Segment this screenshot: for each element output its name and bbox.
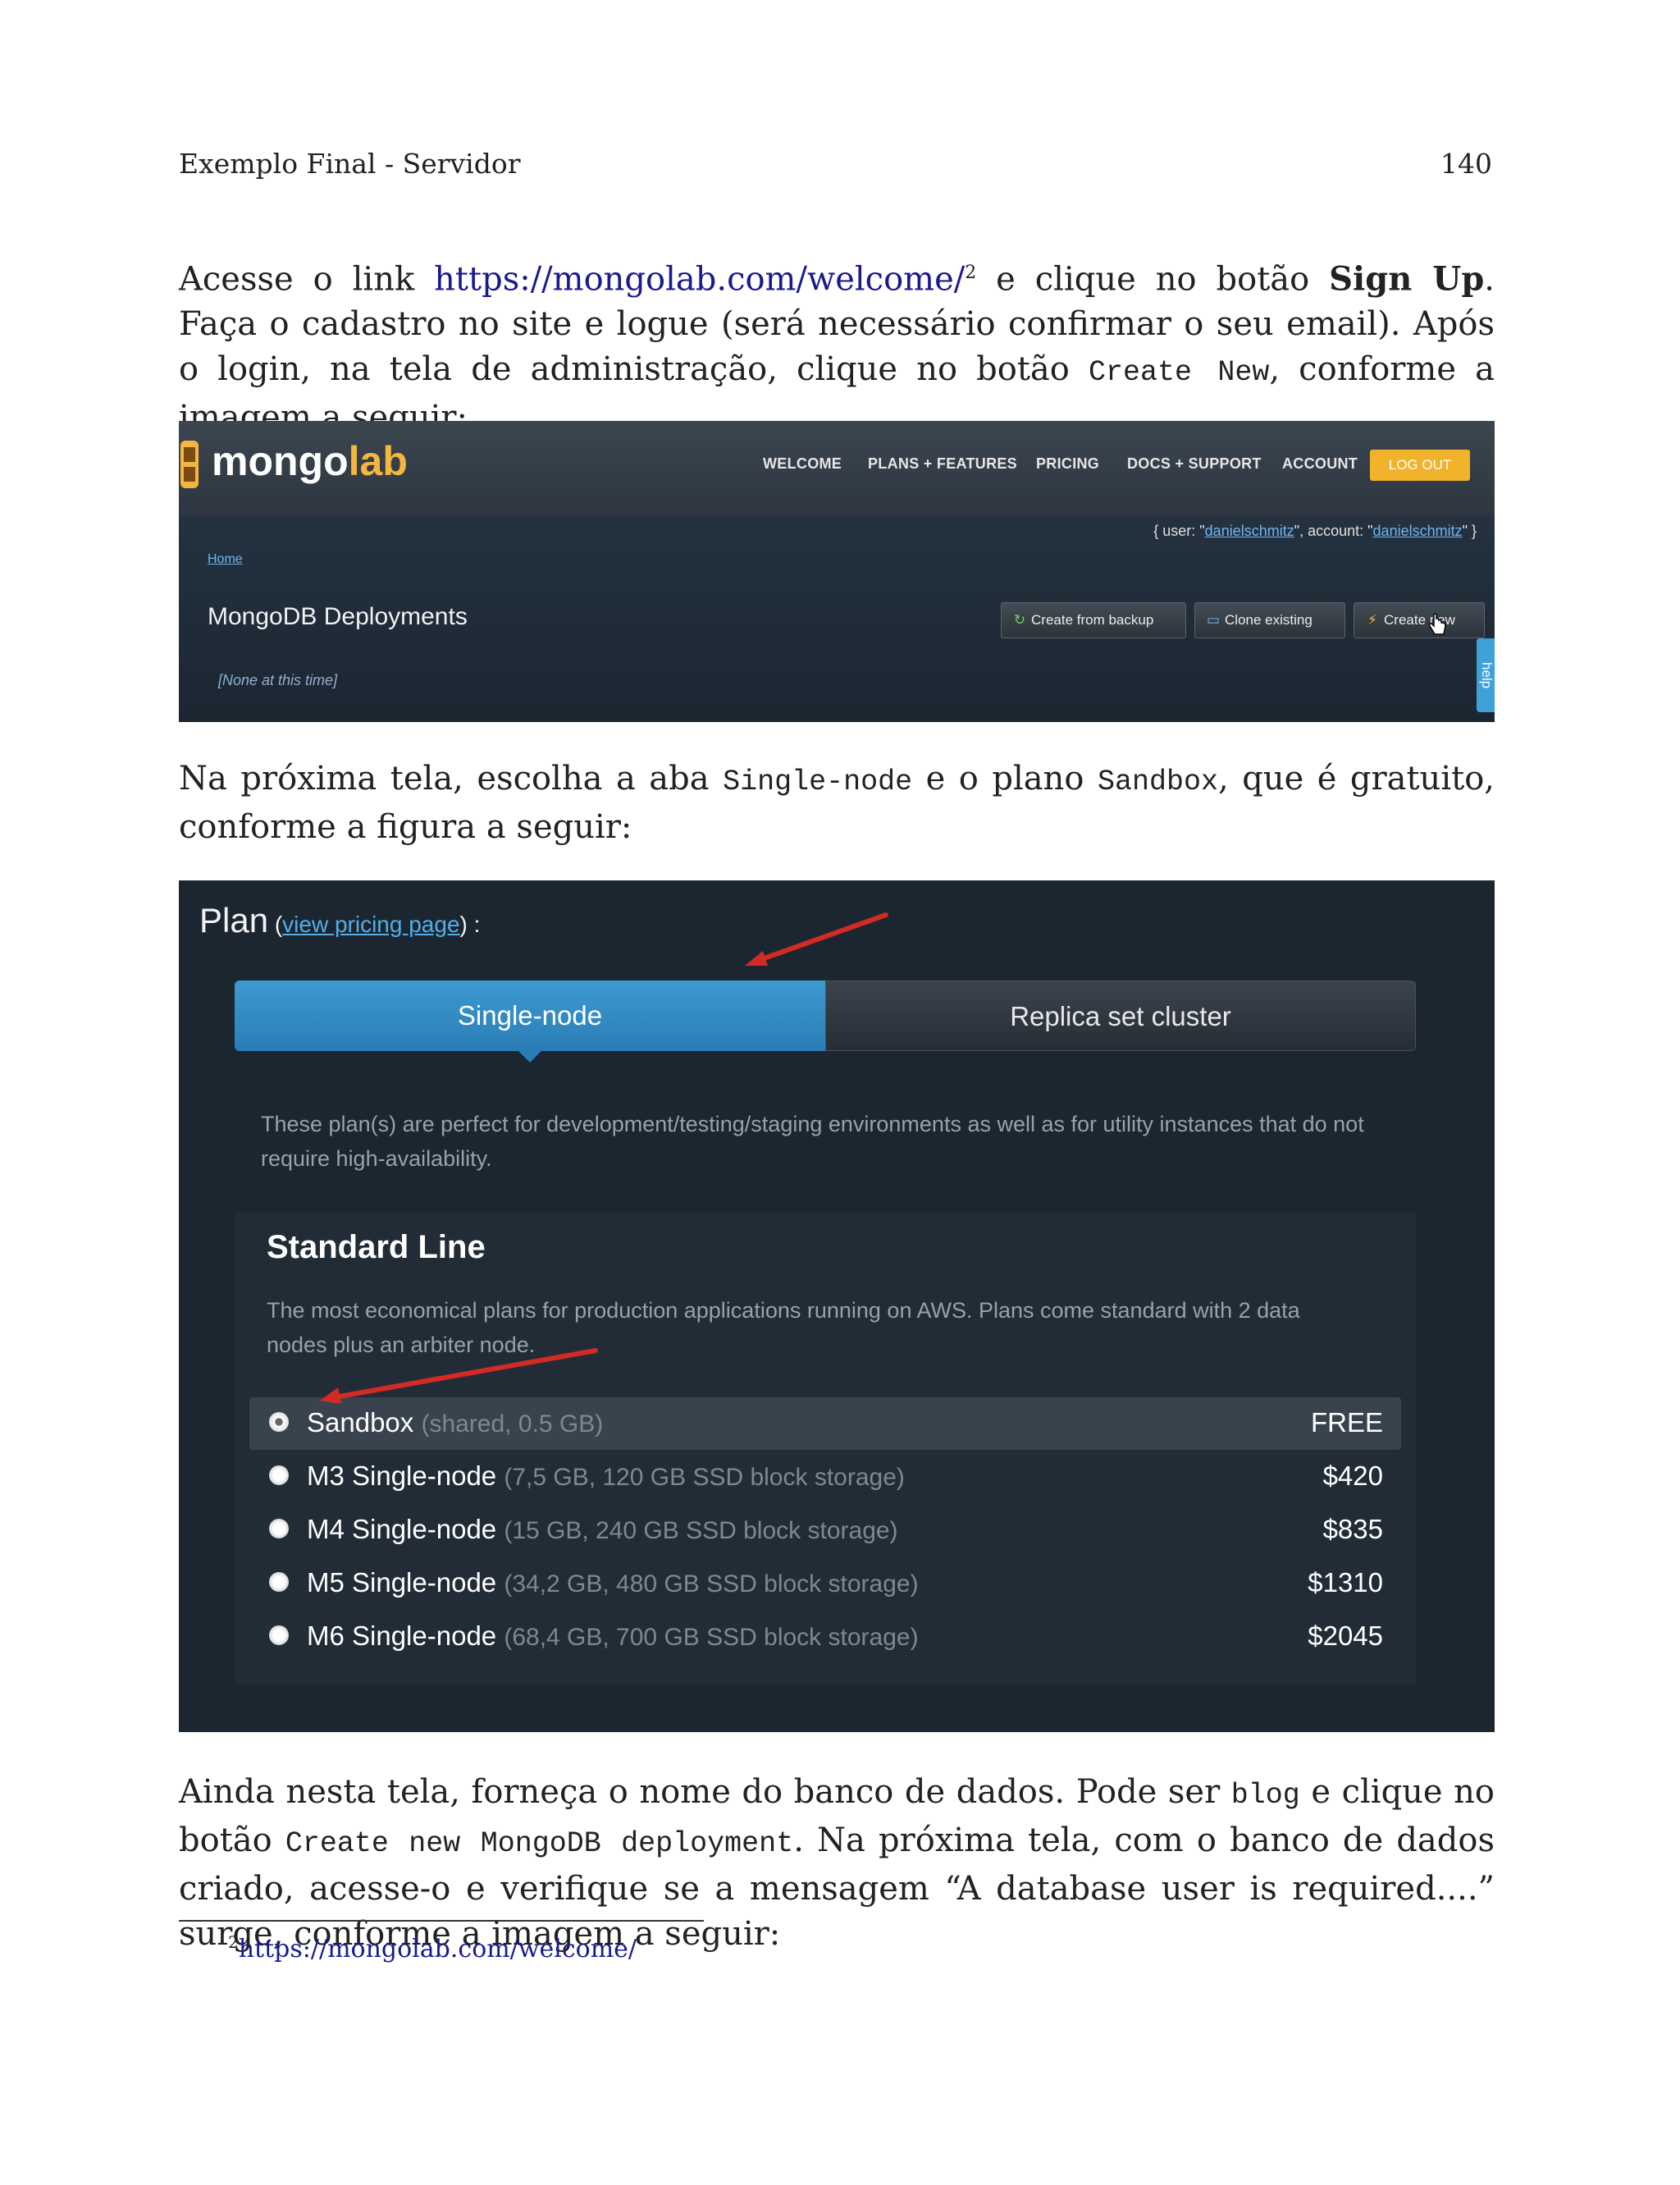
arrow-to-sandbox-icon <box>320 1348 598 1404</box>
refresh-icon: ↻ <box>1013 612 1026 628</box>
code-blog: blog <box>1230 1779 1300 1812</box>
logo-text-lab: lab <box>348 438 408 484</box>
footnote-link[interactable]: https://mongolab.com/welcome/ <box>239 1935 637 1963</box>
footnote-ref[interactable]: 2 <box>965 263 976 283</box>
text-span: ", account: " <box>1294 523 1373 539</box>
nav-pricing[interactable]: PRICING <box>1036 455 1099 473</box>
sign-up-label: Sign Up <box>1329 259 1485 299</box>
button-label: Clone existing <box>1225 612 1312 628</box>
bolt-icon: ⚡ <box>1367 612 1377 628</box>
create-new-button[interactable]: ⚡ Create new <box>1354 602 1485 638</box>
logout-button[interactable]: LOG OUT <box>1370 450 1470 481</box>
mongolab-deployments-screenshot: mongolab WELCOME PLANS + FEATURES PRICIN… <box>179 421 1495 722</box>
mongolab-logo-icon <box>180 441 199 488</box>
page-title: MongoDB Deployments <box>208 603 468 630</box>
footnote-number: 2 <box>228 1932 239 1952</box>
mongolab-link[interactable]: https://mongolab.com/welcome/ <box>434 260 965 298</box>
empty-state-text: [None at this time] <box>218 672 338 688</box>
text-span: Acesse o link <box>179 260 435 299</box>
hand-cursor-icon <box>1429 613 1446 635</box>
code-create-new: Create New <box>1088 356 1270 390</box>
page-number: 140 <box>1440 148 1492 180</box>
code-create-deployment: Create new MongoDB deployment <box>285 1827 794 1860</box>
code-sandbox: Sandbox <box>1097 766 1218 798</box>
nav-account[interactable]: ACCOUNT <box>1282 455 1358 473</box>
help-tab[interactable]: help <box>1477 638 1495 712</box>
running-head-title: Exemplo Final - Servidor <box>179 148 521 180</box>
arrow-to-single-node-icon <box>745 912 888 966</box>
nav-docs-support[interactable]: DOCS + SUPPORT <box>1127 455 1262 473</box>
nav-plans-features[interactable]: PLANS + FEATURES <box>868 455 1017 473</box>
plan-selection-screenshot: Plan (view pricing page) : Single-node R… <box>179 880 1495 1732</box>
clone-existing-button[interactable]: ▭ Clone existing <box>1194 602 1345 638</box>
account-link[interactable]: danielschmitz <box>1373 523 1463 539</box>
code-single-node: Single-node <box>723 766 913 798</box>
text-span: Ainda nesta tela, forneça o nome do banc… <box>179 1773 1231 1811</box>
logo-text-mongo: mongo <box>212 438 349 484</box>
footnote: 2https://mongolab.com/welcome/ <box>228 1932 637 1963</box>
user-account-line: { user: "danielschmitz", account: "danie… <box>1153 523 1477 540</box>
text-span: e clique no botão <box>976 260 1330 299</box>
annotation-arrows <box>320 912 888 1404</box>
breadcrumb-home[interactable]: Home <box>208 552 243 567</box>
paragraph-3: Ainda nesta tela, forneça o nome do banc… <box>179 1770 1495 1957</box>
user-link[interactable]: danielschmitz <box>1205 523 1294 539</box>
footnote-rule <box>179 1920 704 1922</box>
text-span: { user: " <box>1153 523 1205 539</box>
monitor-icon: ▭ <box>1206 612 1221 628</box>
text-span: " } <box>1462 523 1477 539</box>
nav-welcome[interactable]: WELCOME <box>763 455 842 473</box>
mongolab-logo[interactable]: mongolab <box>212 437 408 485</box>
button-label: Create from backup <box>1031 612 1154 628</box>
top-navbar: mongolab WELCOME PLANS + FEATURES PRICIN… <box>179 421 1495 517</box>
text-span: e o plano <box>912 760 1098 798</box>
paragraph-2: Na próxima tela, escolha a aba Single-no… <box>179 757 1495 850</box>
create-from-backup-button[interactable]: ↻ Create from backup <box>1001 602 1186 638</box>
text-span: Na próxima tela, escolha a aba <box>179 760 724 798</box>
paragraph-1: Acesse o link https://mongolab.com/welco… <box>179 250 1495 441</box>
